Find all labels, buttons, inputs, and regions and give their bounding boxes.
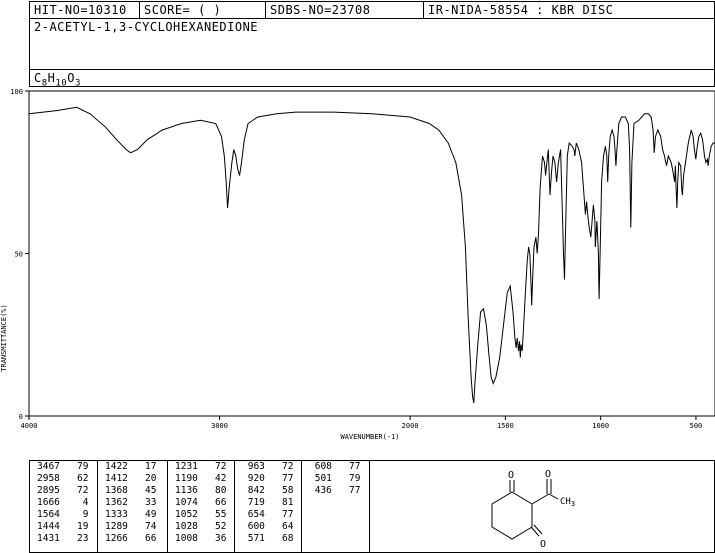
y-tick-label: 100: [10, 88, 23, 96]
peak-row: 1289 74: [105, 521, 157, 532]
y-tick-label: 0: [19, 413, 23, 421]
x-tick-label: 4000: [21, 422, 38, 430]
plot-frame: [28, 90, 715, 417]
peak-column: 963 72 920 77 842 58 719 81 654 77 600 6…: [235, 461, 302, 552]
x-tick-label: 1500: [497, 422, 514, 430]
formula-box: C8H10O3: [29, 69, 715, 89]
x-axis-label: WAVENUMBER(-1): [340, 433, 399, 441]
peak-row: 1074 66: [175, 497, 227, 508]
peak-column: 3467 79 2958 62 2895 72 1666 4 1564 9 1444 19…: [30, 461, 98, 552]
peak-row: 1444 19: [37, 521, 89, 532]
peak-row: 1368 45: [105, 485, 157, 496]
x-tick-label: 1000: [592, 422, 609, 430]
x-tick-label: 500: [690, 422, 703, 430]
compound-name: 2-ACETYL-1,3-CYCLOHEXANEDIONE: [34, 20, 259, 34]
peak-row: 501 79: [309, 473, 361, 484]
header-bar: HIT-NO=10310 SCORE= ( ) SDBS-NO=23708 IR…: [29, 1, 715, 19]
peak-row: 1136 80: [175, 485, 227, 496]
peak-row: 963 72: [242, 461, 294, 472]
carbonyl-bond-bottom: [530, 526, 540, 537]
peak-row: 608 77: [309, 461, 361, 472]
y-axis-label: TRANSMITTANCE(%): [0, 304, 8, 371]
peak-row: 436 77: [309, 485, 361, 496]
peak-row: 2958 62: [37, 473, 89, 484]
peak-row: 571 68: [242, 533, 294, 544]
peak-row: 1564 9: [37, 509, 89, 520]
spectrum-line: [28, 106, 715, 404]
peak-row: 1362 33: [105, 497, 157, 508]
peak-table: 3467 79 2958 62 2895 72 1666 4 1564 9 1444 19…: [29, 460, 715, 553]
peak-column: 608 77 501 79 436 77: [302, 461, 370, 552]
peak-row: 719 81: [242, 497, 294, 508]
cyclohexane-ring: [491, 491, 533, 540]
ir-info: IR-NIDA-58554 : KBR DISC: [428, 3, 614, 17]
peak-column: 1231 72 1190 42 1136 80 1074 66 1052 55 1028 …: [168, 461, 235, 552]
hit-no: HIT-NO=10310: [30, 2, 140, 18]
oxygen-atom-bottom: O: [540, 539, 546, 550]
compound-name-box: 2-ACETYL-1,3-CYCLOHEXANEDIONE: [29, 18, 715, 70]
peak-row: 1190 42: [175, 473, 227, 484]
peak-row: 1333 49: [105, 509, 157, 520]
peak-row: 600 64: [242, 521, 294, 532]
molecular-formula: C8H10O3: [34, 71, 81, 89]
peak-row: 1666 4: [37, 497, 89, 508]
peak-row: 3467 79: [37, 461, 89, 472]
peak-row: 1422 17: [105, 461, 157, 472]
sdbs-no: SDBS-NO=23708: [266, 2, 424, 18]
x-tick-label: 2000: [402, 422, 419, 430]
peak-row: 920 77: [242, 473, 294, 484]
molecular-structure: O O O CH3: [491, 469, 575, 550]
ir-spectrum-chart: 0 50 100 4000 3000 2000 1500 1000 500 WAVENUMBE…: [0, 88, 715, 441]
peak-row: 1028 52: [175, 521, 227, 532]
score: SCORE= ( ): [140, 2, 266, 18]
y-tick-label: 50: [15, 251, 23, 259]
peak-row: 2895 72: [37, 485, 89, 496]
peak-row: 1431 23: [37, 533, 89, 544]
methyl-label: CH3: [560, 497, 575, 508]
peak-row: 1008 36: [175, 533, 227, 544]
peak-row: 1052 55: [175, 509, 227, 520]
oxygen-atom-top: O: [508, 470, 514, 481]
peak-column: 1422 17 1412 20 1368 45 1362 33 1333 49 1289 …: [98, 461, 168, 552]
peak-row: 1266 66: [105, 533, 157, 544]
acetyl-bond: [531, 493, 550, 505]
x-tick-label: 3000: [211, 422, 228, 430]
oxygen-atom-acetyl: O: [545, 469, 551, 480]
peak-row: 654 77: [242, 509, 294, 520]
peak-row: 842 58: [242, 485, 294, 496]
peak-row: 1412 20: [105, 473, 157, 484]
peak-row: 1231 72: [175, 461, 227, 472]
